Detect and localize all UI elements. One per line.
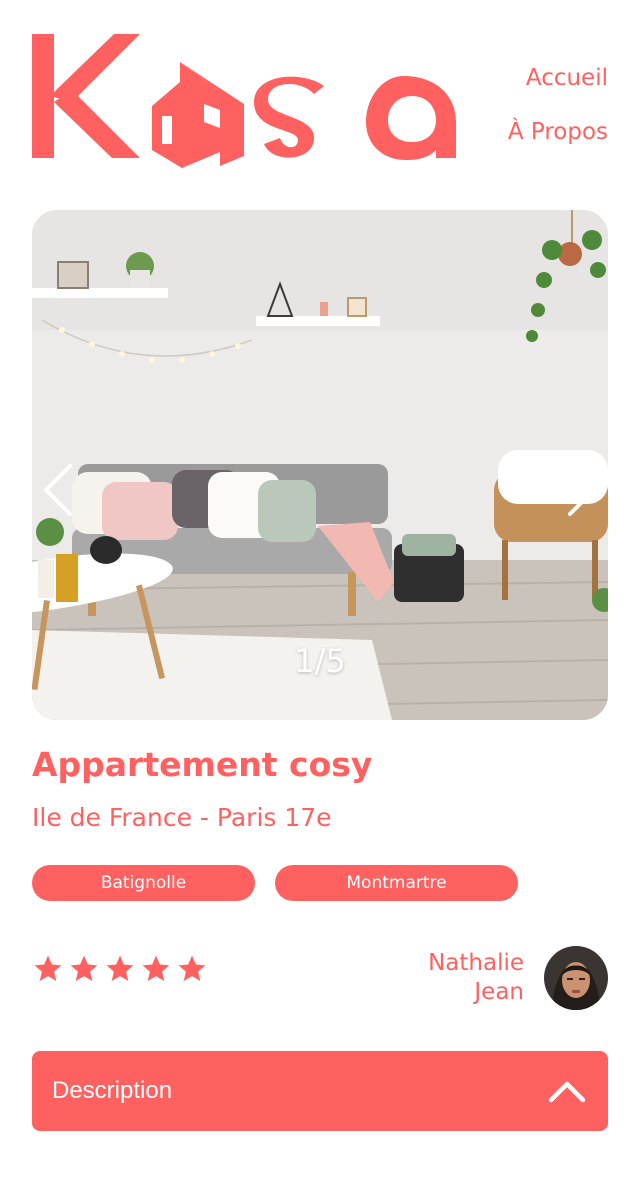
- listing-title: Appartement cosy: [32, 745, 373, 784]
- chevron-left-icon: [43, 464, 72, 516]
- image-carousel: 1/5: [32, 210, 608, 720]
- collapse-title: Description: [52, 1077, 173, 1104]
- star-icon: [142, 955, 170, 981]
- chevron-up-icon: [548, 1081, 586, 1103]
- main-nav: Accueil À Propos: [508, 62, 608, 170]
- tag-list: Batignolle Montmartre: [32, 865, 518, 901]
- tag: Batignolle: [32, 865, 255, 901]
- carousel-prev-button[interactable]: [40, 462, 74, 518]
- star-icon: [106, 955, 134, 981]
- header: Accueil À Propos: [32, 32, 608, 172]
- star-icon: [70, 955, 98, 981]
- tag: Montmartre: [275, 865, 518, 901]
- description-collapse-toggle[interactable]: Description: [32, 1051, 608, 1131]
- host-info: Nathalie Jean: [414, 946, 608, 1010]
- host-avatar: [544, 946, 608, 1010]
- listing-location: Ile de France - Paris 17e: [32, 803, 332, 832]
- host-last-name: Jean: [474, 979, 524, 1005]
- kasa-logo[interactable]: [32, 32, 456, 172]
- chevron-right-icon: [568, 464, 597, 516]
- host-first-name: Nathalie: [428, 950, 524, 976]
- star-icon: [178, 955, 206, 981]
- carousel-counter: 1/5: [294, 642, 346, 680]
- star-rating: [32, 952, 208, 986]
- star-icon: [34, 955, 62, 981]
- nav-link-home[interactable]: Accueil: [508, 62, 608, 94]
- carousel-next-button[interactable]: [566, 462, 600, 518]
- nav-link-about[interactable]: À Propos: [508, 116, 608, 148]
- host-name: Nathalie Jean: [414, 949, 524, 1007]
